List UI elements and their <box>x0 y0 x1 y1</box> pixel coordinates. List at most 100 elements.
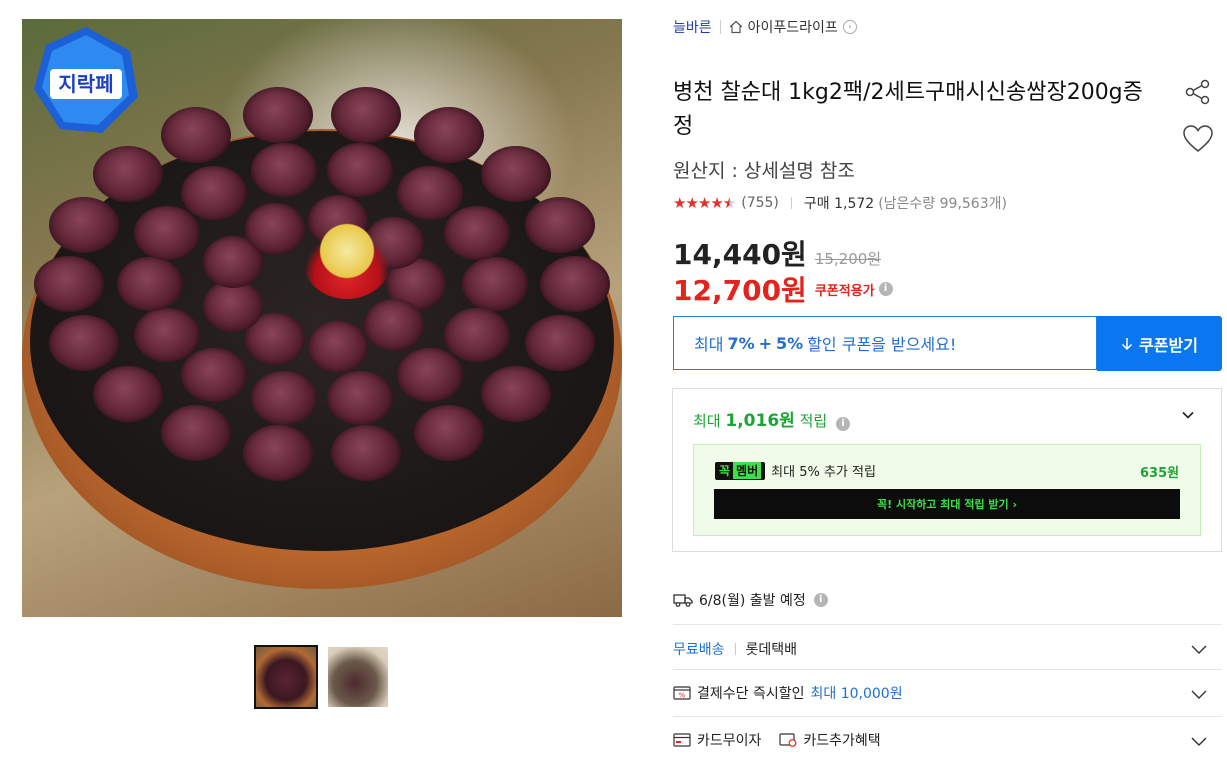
download-coupon-label: 쿠폰받기 <box>1139 335 1198 355</box>
chevron-down-icon[interactable] <box>1190 685 1208 703</box>
info-icon[interactable]: i <box>878 282 893 296</box>
delivery-type: 무료배송 <box>673 642 725 658</box>
card-icon <box>673 733 691 747</box>
sundae-slice <box>444 307 511 362</box>
sundae-slice <box>327 142 394 197</box>
payment-discount-row[interactable]: % 결제수단 즉시할인 최대 10,000원 <box>673 683 903 703</box>
reward-summary[interactable]: 최대 1,016원 적립 i <box>693 406 850 431</box>
coupon-price-row: 12,700원 쿠폰적용가 i <box>673 269 893 309</box>
member-reward-text: 최대 5% 추가 적립 <box>771 465 876 480</box>
coupon-price-label: 쿠폰적용가 <box>814 283 875 299</box>
sundae-slice <box>34 256 104 312</box>
breadcrumb-category[interactable]: 늘바른 <box>673 17 712 37</box>
sundae-slice <box>524 197 595 254</box>
download-coupon-button[interactable]: 쿠폰받기 <box>1097 316 1222 371</box>
chevron-down-icon[interactable] <box>1180 407 1196 423</box>
delivery-divider <box>734 643 736 655</box>
coupon-price: 12,700원 <box>673 274 807 307</box>
reward-prefix: 최대 <box>693 412 721 430</box>
coupon-plus: + <box>758 333 773 353</box>
product-origin: 원산지 : 상세설명 참조 <box>673 160 855 182</box>
price-row: 14,440원 15,200원 <box>673 233 881 273</box>
rating-divider <box>790 197 792 209</box>
sundae-slice <box>244 202 305 255</box>
sundae-slice <box>160 107 231 164</box>
card-icon <box>779 733 797 747</box>
festival-badge-icon: 지락페 <box>34 27 138 133</box>
divider <box>673 669 1222 670</box>
sundae-slice <box>243 87 314 143</box>
product-main-image[interactable]: 지락페 <box>22 19 622 617</box>
sundae-slice <box>133 307 200 362</box>
shipping-date: 6/8(월) 출발 예정 <box>699 593 806 609</box>
kkok-logo-a: 꼭 <box>719 464 731 478</box>
member-reward-amount: 635원 <box>1140 466 1180 481</box>
chevron-down-icon[interactable] <box>1190 732 1208 750</box>
divider <box>673 624 1222 625</box>
member-reward-line: 꼭 멤버 최대 5% 추가 적립 <box>715 461 876 480</box>
pepper-garnish <box>302 219 392 299</box>
remaining-stock: (남은수량 99,563개) <box>878 196 1007 212</box>
info-icon[interactable]: i <box>813 593 828 607</box>
sundae-slice <box>250 142 317 197</box>
badge-text: 지락페 <box>58 72 113 96</box>
sundae-slice <box>396 165 463 220</box>
card-benefit-row[interactable]: 카드무이자 카드추가혜택 <box>673 730 881 750</box>
coupon-banner-prefix: 최대 <box>694 335 724 354</box>
product-title: 병천 찰순대 1kg2팩/2세트구매시신송쌈장200g증정 <box>673 80 1143 139</box>
breadcrumb: 늘바른 아이푸드라이프 › <box>673 17 857 37</box>
delivery-row[interactable]: 무료배송 롯데택배 <box>673 639 797 659</box>
kkok-logo-b: 멤버 <box>733 462 762 479</box>
sundae-slice <box>49 314 120 371</box>
breadcrumb-shop-link[interactable]: 아이푸드라이프 › <box>729 17 857 37</box>
thumbnail-2[interactable] <box>328 647 388 707</box>
rating-stars-full: ★★★★ <box>673 194 724 212</box>
home-icon <box>729 20 743 34</box>
original-price: 15,200원 <box>814 250 882 268</box>
payment-discount-label: 결제수단 즉시할인 <box>697 686 805 702</box>
sundae-slice <box>461 257 528 311</box>
breadcrumb-divider <box>719 20 721 34</box>
rating-star-half: ★ <box>722 194 736 212</box>
svg-text:%: % <box>679 692 686 700</box>
member-start-button[interactable]: 꼭! 시작하고 최대 적립 받기 › <box>714 489 1180 519</box>
review-count[interactable]: (755) <box>741 195 779 211</box>
sundae-slice <box>243 424 314 481</box>
sundae-slice <box>330 424 401 481</box>
coupon-pct-1: 7% <box>727 333 755 353</box>
sundae-slice <box>524 314 595 371</box>
sundae-slice <box>327 371 394 426</box>
payment-discount-max: 최대 10,000원 <box>810 686 903 702</box>
sundae-slice <box>413 107 484 164</box>
payment-icon: % <box>673 686 691 700</box>
chevron-right-icon: › <box>842 20 857 34</box>
sundae-slice <box>330 87 401 143</box>
reward-amount: 1,016원 <box>725 411 795 431</box>
thumbnail-1[interactable] <box>254 645 318 709</box>
coupon-banner-suffix: 할인 쿠폰을 받으세요! <box>807 335 957 354</box>
sundae-slice <box>93 145 164 202</box>
chevron-down-icon[interactable] <box>1190 640 1208 658</box>
delivery-courier: 롯데택배 <box>745 642 798 658</box>
sundae-slice <box>396 348 463 403</box>
sale-price: 14,440원 <box>673 238 807 271</box>
info-icon[interactable]: i <box>835 417 850 431</box>
sundae-slice <box>250 371 317 426</box>
truck-icon <box>673 594 693 607</box>
sundae-slice <box>160 404 231 461</box>
share-icon[interactable] <box>1184 78 1212 106</box>
sundae-slice <box>116 257 183 311</box>
divider <box>673 716 1222 717</box>
reward-suffix: 적립 <box>799 412 828 430</box>
shipping-date-row: 6/8(월) 출발 예정 i <box>673 590 828 610</box>
rating-row: ★★★★★ (755) 구매 1,572 (남은수량 99,563개) <box>673 193 1007 213</box>
card-extra-benefit: 카드추가혜택 <box>803 733 881 749</box>
download-icon <box>1122 337 1133 350</box>
heart-icon[interactable] <box>1182 124 1214 154</box>
purchase-count: 구매 1,572 <box>803 196 875 212</box>
sundae-slice <box>540 256 610 312</box>
coupon-banner[interactable]: 최대 7% + 5% 할인 쿠폰을 받으세요! <box>673 316 1097 370</box>
sundae-slice <box>480 145 551 202</box>
sundae-slice <box>133 206 200 261</box>
rating-stars[interactable]: ★★★★★ <box>673 194 736 212</box>
